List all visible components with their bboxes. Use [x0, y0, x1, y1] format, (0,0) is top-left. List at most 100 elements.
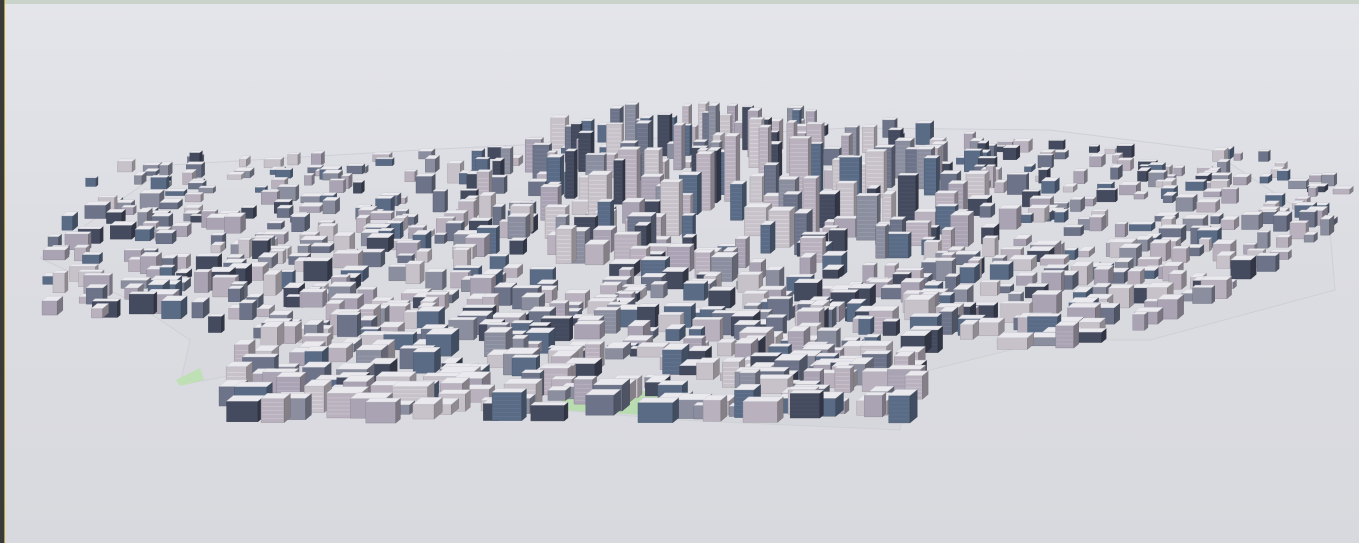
building [799, 252, 817, 278]
building [260, 321, 285, 349]
building [665, 323, 686, 342]
building [585, 388, 622, 416]
building [52, 270, 69, 294]
building [502, 263, 524, 278]
building [1307, 185, 1319, 197]
building [1303, 231, 1319, 243]
building [329, 178, 347, 194]
building [1203, 187, 1225, 198]
building [1104, 146, 1118, 154]
building [1287, 178, 1310, 190]
building [303, 256, 333, 282]
building [322, 196, 341, 215]
building [159, 198, 183, 210]
building [346, 163, 366, 175]
building [193, 268, 213, 293]
building [299, 288, 328, 308]
building [1132, 311, 1149, 331]
building [729, 180, 747, 221]
building [979, 279, 1001, 296]
building [1220, 215, 1240, 231]
building [530, 401, 569, 422]
building [1127, 267, 1146, 286]
building [333, 249, 364, 269]
building [1185, 178, 1208, 191]
building [1332, 185, 1354, 195]
building [613, 158, 626, 205]
building [184, 191, 204, 203]
building [226, 395, 266, 423]
building [888, 389, 918, 424]
building [565, 148, 578, 199]
building [1069, 196, 1086, 212]
building [959, 319, 980, 340]
building [1073, 168, 1088, 185]
building [959, 262, 981, 284]
building [210, 241, 226, 253]
building [424, 268, 447, 291]
building [191, 296, 210, 319]
building [1276, 168, 1291, 181]
building [260, 392, 291, 423]
building [1319, 214, 1335, 236]
building [133, 171, 147, 185]
building [1031, 289, 1063, 315]
building [239, 299, 258, 321]
building [547, 385, 571, 401]
building [352, 179, 365, 194]
building [207, 313, 225, 333]
building [822, 264, 845, 279]
building [266, 220, 285, 230]
building [555, 224, 577, 264]
building [923, 155, 941, 196]
building [1259, 173, 1273, 184]
building [882, 318, 901, 336]
building [404, 169, 418, 183]
building [1053, 208, 1069, 223]
building [134, 225, 155, 242]
building [369, 210, 395, 221]
city-scene[interactable] [0, 0, 1359, 543]
building [858, 315, 875, 335]
building [1162, 191, 1178, 204]
building [1063, 224, 1085, 237]
building [415, 248, 433, 263]
building [158, 161, 173, 177]
building [1256, 229, 1271, 249]
building [1020, 212, 1034, 224]
building [584, 239, 611, 266]
building [432, 188, 449, 213]
building [650, 280, 669, 299]
building [789, 389, 824, 419]
building [299, 202, 326, 213]
building [1133, 190, 1149, 200]
building [1272, 210, 1293, 232]
building [1114, 221, 1129, 238]
building [1037, 153, 1055, 169]
building [509, 237, 528, 255]
building [198, 185, 217, 194]
building [994, 179, 1008, 194]
building [434, 232, 448, 244]
building [300, 192, 325, 204]
building [1093, 265, 1115, 285]
3d-viewport[interactable] [0, 0, 1359, 543]
building [1191, 284, 1216, 304]
building [274, 167, 294, 179]
building [405, 260, 425, 285]
building [325, 342, 354, 363]
building [287, 151, 301, 166]
building [144, 168, 160, 176]
building [227, 285, 245, 303]
building [1275, 234, 1293, 248]
building [412, 346, 441, 374]
building [702, 394, 728, 422]
building [989, 260, 1014, 280]
building [1048, 138, 1066, 150]
building [336, 311, 362, 338]
building [716, 338, 737, 357]
building [226, 171, 246, 180]
building [365, 397, 401, 424]
building [1109, 163, 1123, 180]
building [695, 357, 721, 380]
